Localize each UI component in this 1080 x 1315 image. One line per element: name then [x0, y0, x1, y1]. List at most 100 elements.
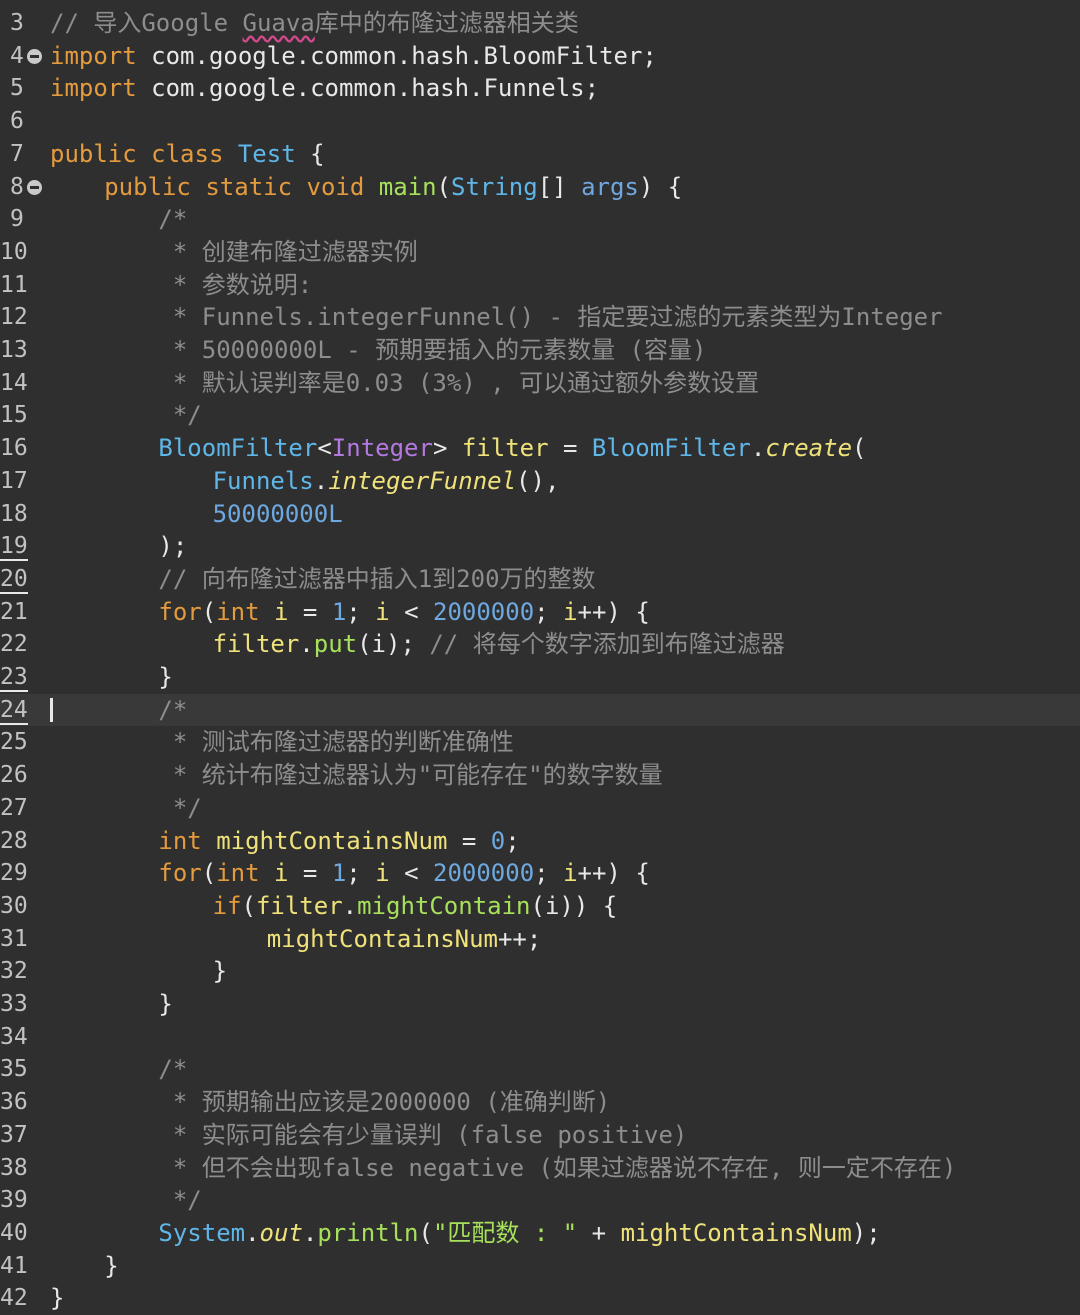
code-token: i — [274, 597, 289, 626]
code-line[interactable]: 18 50000000L — [0, 498, 1080, 531]
code-token: ( — [436, 172, 451, 201]
code-line[interactable]: 28 int mightContainsNum = 0; — [0, 825, 1080, 858]
fold-collapse-icon[interactable] — [27, 48, 42, 64]
code-line[interactable]: 15 */ — [0, 399, 1080, 432]
code-token: System — [158, 1218, 246, 1247]
code-line[interactable]: 4 import com.google.common.hash.BloomFilt… — [0, 40, 1080, 73]
line-number: 11 — [0, 269, 48, 302]
code-token: println — [317, 1218, 419, 1247]
code-line[interactable]: 31 mightContainsNum++; — [0, 923, 1080, 956]
code-line[interactable]: 21 for(int i = 1; i < 2000000; i++) { — [0, 596, 1080, 629]
line-number: 36 — [0, 1086, 48, 1119]
code-line[interactable]: 26 * 统计布隆过滤器认为"可能存在"的数字数量 — [0, 759, 1080, 792]
code-line[interactable]: 14 * 默认误判率是0.03 (3%) , 可以通过额外参数设置 — [0, 367, 1080, 400]
code-token: = — [288, 597, 332, 626]
line-number: 6 — [0, 105, 48, 138]
line-number: 10 — [0, 236, 48, 269]
line-number: 7 — [0, 138, 48, 171]
code-token: * 统计布隆过滤器认为"可能存在"的数字数量 — [158, 761, 663, 790]
code-line[interactable]: 33} — [0, 988, 1080, 1021]
code-token: } — [158, 663, 173, 691]
line-number-text: 35 — [0, 1056, 28, 1083]
code-line[interactable]: 37 * 实际可能会有少量误判 (false positive) — [0, 1119, 1080, 1152]
code-line[interactable]: 41} — [0, 1250, 1080, 1283]
code-line[interactable]: 27 */ — [0, 792, 1080, 825]
fold-collapse-icon[interactable] — [27, 179, 42, 195]
line-number: 9 — [0, 203, 48, 236]
code-token: Guava — [242, 9, 315, 37]
code-line[interactable]: 11 * 参数说明: — [0, 269, 1080, 302]
line-number-text: 9 — [10, 206, 24, 233]
code-line[interactable]: 39 */ — [0, 1184, 1080, 1217]
code-token: 0 — [490, 826, 506, 855]
code-text: */ — [158, 399, 202, 432]
code-line[interactable]: 10 * 创建布隆过滤器实例 — [0, 236, 1080, 269]
code-line[interactable]: 40 System.out.println("匹配数 : " + mightCon… — [0, 1217, 1080, 1250]
code-editor[interactable]: 3 // 导入Google Guava库中的布隆过滤器相关类 4 import com… — [0, 0, 1080, 1314]
line-number: 20 — [0, 563, 48, 596]
line-number: 30 — [0, 890, 48, 923]
code-line[interactable]: 13 * 50000000L - 预期要插入的元素数量 (容量) — [0, 334, 1080, 367]
code-line[interactable]: 7 public class Test { — [0, 138, 1080, 171]
code-token: * 但不会出现false negative (如果过滤器说不存在, 则一定不存在… — [158, 1153, 957, 1182]
code-line[interactable]: 16 BloomFilter<Integer> filter = BloomFil… — [0, 432, 1080, 465]
code-token: void — [306, 172, 365, 201]
code-line[interactable]: 25 * 测试布隆过滤器的判断准确性 — [0, 726, 1080, 759]
code-token: < — [389, 597, 433, 626]
code-text: Funnels.integerFunnel(), — [213, 465, 560, 498]
code-line[interactable]: 42} — [0, 1282, 1080, 1315]
code-line[interactable]: 34 — [0, 1021, 1080, 1054]
code-line[interactable]: 6 — [0, 105, 1080, 138]
code-line[interactable]: 3 // 导入Google Guava库中的布隆过滤器相关类 — [0, 7, 1080, 40]
code-line[interactable]: 36 * 预期输出应该是2000000 (准确判断) — [0, 1086, 1080, 1119]
code-token: // 导入Google — [50, 9, 243, 37]
code-token: /* — [158, 205, 188, 234]
code-line[interactable]: 35 /* — [0, 1053, 1080, 1086]
code-token: filter — [255, 891, 343, 920]
code-text: for(int i = 1; i < 2000000; i++) { — [158, 857, 649, 890]
code-line[interactable]: 19); — [0, 530, 1080, 563]
code-line[interactable]: 23} — [0, 661, 1080, 694]
code-line[interactable]: 20 // 向布隆过滤器中插入1到200万的整数 — [0, 563, 1080, 596]
code-token: } — [104, 1251, 119, 1280]
code-token: // 将每个数字添加到布隆过滤器 — [429, 630, 785, 659]
code-token: */ — [158, 1186, 202, 1215]
line-number-text: 18 — [0, 500, 28, 527]
line-number-text: 41 — [0, 1252, 28, 1279]
code-token: 50000000L — [212, 499, 343, 528]
code-line[interactable]: 12 * Funnels.integerFunnel() - 指定要过滤的元素类… — [0, 301, 1080, 334]
code-token: ; — [346, 597, 376, 626]
code-text: int mightContainsNum = 0; — [158, 825, 519, 858]
code-line[interactable]: 32} — [0, 955, 1080, 988]
line-number-text: 29 — [0, 860, 28, 887]
line-number-text: 25 — [0, 729, 28, 756]
code-line[interactable]: 22 filter.put(i); // 将每个数字添加到布隆过滤器 — [0, 628, 1080, 661]
code-token: i — [375, 597, 390, 626]
code-text: for(int i = 1; i < 2000000; i++) { — [158, 596, 649, 629]
line-number-text: 28 — [0, 827, 28, 854]
code-token: import — [50, 74, 137, 103]
code-token: ; — [346, 859, 376, 888]
line-number-text: 7 — [10, 140, 24, 167]
code-line[interactable]: 8 public static void main(String[] args) … — [0, 171, 1080, 204]
code-token: (i)) { — [530, 891, 618, 920]
code-token: . — [245, 1218, 260, 1247]
code-token: public — [50, 139, 137, 168]
code-line[interactable]: 9 /* — [0, 203, 1080, 236]
code-token: . — [313, 466, 329, 495]
code-line[interactable]: 17 Funnels.integerFunnel(), — [0, 465, 1080, 498]
code-text: * 创建布隆过滤器实例 — [158, 236, 418, 269]
code-line[interactable]: 38 * 但不会出现false negative (如果过滤器说不存在, 则一定… — [0, 1152, 1080, 1185]
line-number: 12 — [0, 301, 48, 334]
line-number-text: 42 — [0, 1285, 28, 1312]
code-token: = — [447, 826, 491, 855]
line-number: 27 — [0, 792, 48, 825]
code-line[interactable]: 5 import com.google.common.hash.Funnels; — [0, 72, 1080, 105]
code-token: ( — [852, 434, 867, 463]
code-line[interactable]: 29 for(int i = 1; i < 2000000; i++) { — [0, 857, 1080, 890]
code-line[interactable]: 30 if(filter.mightContain(i)) { — [0, 890, 1080, 923]
code-line[interactable]: 24 /* — [0, 693, 1080, 727]
